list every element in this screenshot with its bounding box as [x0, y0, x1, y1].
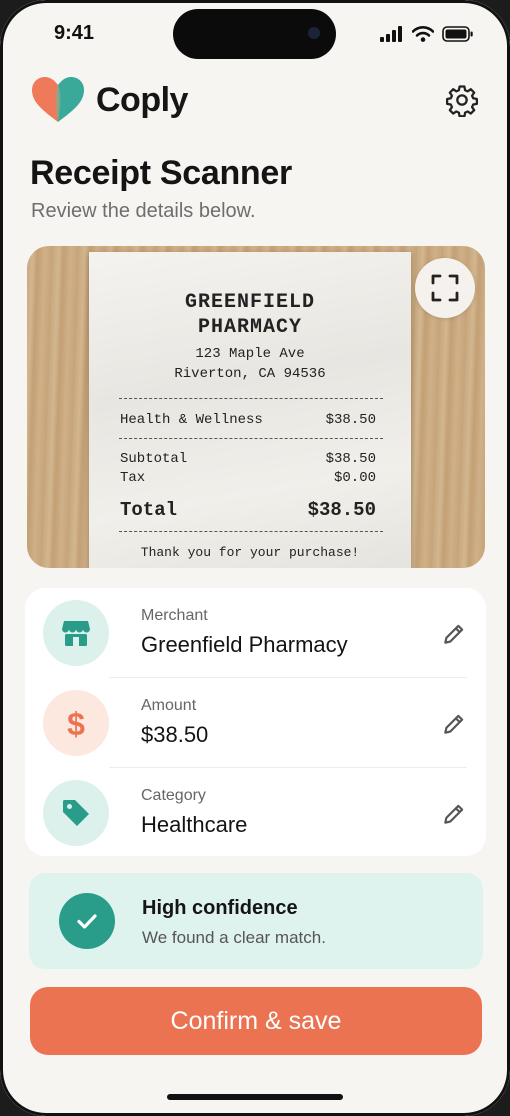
merchant-row[interactable]: Merchant Greenfield Pharmacy	[25, 588, 486, 678]
receipt-store-name: GREENFIELD PHARMACY	[184, 291, 316, 339]
status-time: 9:41	[54, 22, 95, 44]
amount-value: $38.50	[141, 722, 209, 747]
confirm-save-button[interactable]: Confirm & save	[30, 987, 482, 1055]
svg-text:$: $	[67, 706, 85, 741]
confidence-title: High confidence	[142, 897, 298, 919]
receipt-line-item: Health & Wellness $38.50	[120, 412, 376, 428]
receipt-tax: Tax $0.00	[120, 470, 376, 486]
tag-icon	[43, 780, 109, 846]
status-bar: 9:41	[0, 0, 510, 70]
heart-logo-icon	[32, 77, 84, 122]
edit-amount-pencil-icon[interactable]	[441, 711, 467, 737]
confidence-subtitle: We found a clear match.	[142, 928, 326, 947]
category-label: Category	[141, 787, 206, 804]
status-icons	[380, 24, 474, 44]
amount-row[interactable]: $ Amount $38.50	[25, 678, 486, 768]
home-indicator[interactable]	[167, 1094, 343, 1100]
phone-screen: 9:41 Coply Receipt Scanner Review the de…	[0, 0, 510, 1116]
edit-merchant-pencil-icon[interactable]	[441, 621, 467, 647]
receipt-divider	[119, 438, 383, 439]
app-name: Coply	[96, 80, 188, 119]
receipt-footer: Thank you for your purchase!	[140, 545, 360, 560]
receipt-divider	[119, 398, 383, 399]
expand-icon	[431, 274, 459, 302]
amount-label: Amount	[141, 697, 197, 714]
settings-gear-icon[interactable]	[445, 83, 479, 117]
battery-icon	[442, 26, 473, 42]
receipt-image: GREENFIELD PHARMACY 123 Maple Ave Rivert…	[27, 246, 485, 568]
page-title: Receipt Scanner	[30, 154, 292, 192]
fullscreen-button[interactable]	[415, 258, 475, 318]
merchant-label: Merchant	[141, 607, 208, 624]
receipt-paper: GREENFIELD PHARMACY 123 Maple Ave Rivert…	[89, 252, 411, 568]
receipt-divider	[119, 531, 383, 532]
signal-icon	[380, 26, 402, 42]
receipt-address: 123 Maple Ave Riverton, CA 94536	[174, 346, 326, 382]
category-value: Healthcare	[141, 812, 248, 837]
category-row[interactable]: Category Healthcare	[25, 768, 486, 858]
receipt-total: Total $38.50	[120, 499, 376, 521]
merchant-value: Greenfield Pharmacy	[141, 632, 348, 657]
page-subtitle: Review the details below.	[31, 200, 256, 222]
dollar-icon: $	[43, 690, 109, 756]
confidence-banner: High confidence We found a clear match.	[29, 873, 483, 969]
app-logo: Coply	[30, 75, 188, 125]
wifi-icon	[412, 26, 434, 42]
edit-category-pencil-icon[interactable]	[441, 801, 467, 827]
store-icon	[43, 600, 109, 666]
receipt-details-card: Merchant Greenfield Pharmacy $ Amount $3…	[25, 588, 486, 856]
receipt-subtotal: Subtotal $38.50	[120, 451, 376, 467]
check-circle-icon	[59, 893, 115, 949]
dynamic-island	[173, 9, 336, 59]
